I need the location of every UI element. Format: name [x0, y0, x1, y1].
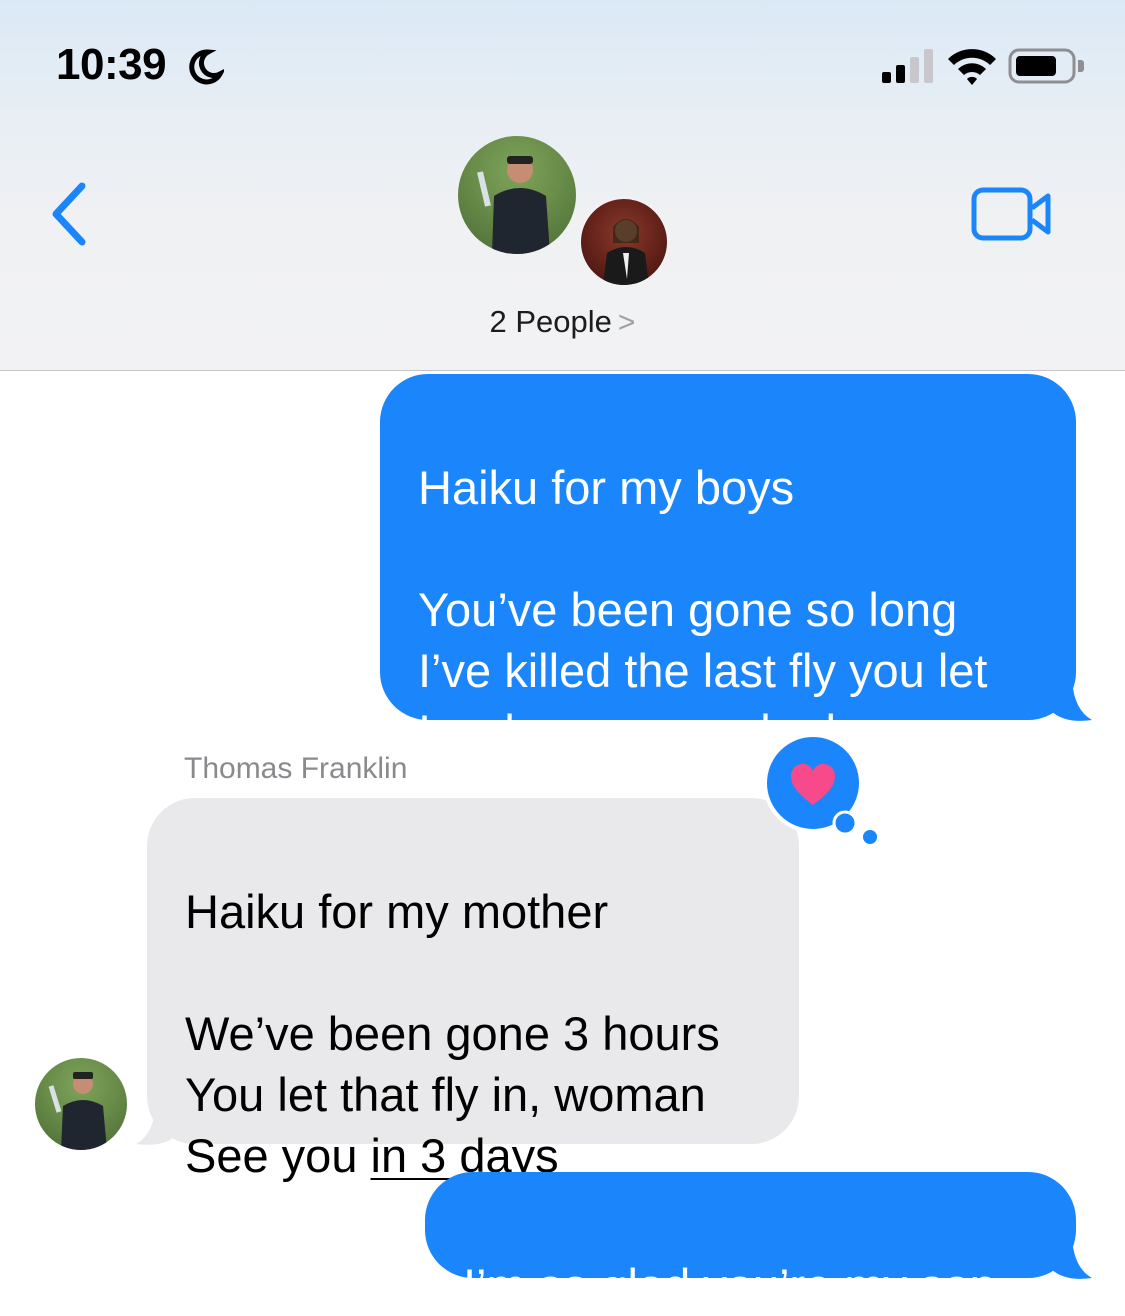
bubble-tail	[1050, 680, 1092, 721]
bubble-tail	[136, 1104, 178, 1145]
chevron-right-icon: >	[617, 306, 636, 339]
status-time: 10:39	[56, 40, 167, 89]
sender-avatar[interactable]	[35, 1058, 127, 1150]
sent-message-bubble[interactable]: Haiku for my boys You’ve been gone so lo…	[380, 374, 1076, 758]
message-text: I’m so glad you’re my son	[463, 1259, 996, 1312]
video-call-button[interactable]	[970, 186, 1054, 242]
sent-message-bubble[interactable]: I’m so glad you’re my son	[425, 1172, 1076, 1312]
battery-icon	[1008, 48, 1084, 84]
group-avatar-primary[interactable]	[458, 136, 576, 254]
back-button[interactable]	[44, 178, 96, 250]
sender-name: Thomas Franklin	[184, 752, 408, 785]
group-label-text: 2 People	[489, 304, 612, 339]
heart-reaction-badge[interactable]	[763, 733, 881, 845]
conversation-header: 10:39 2 People >	[0, 0, 1125, 371]
person-photo-icon	[477, 156, 550, 254]
bubble-tail	[1050, 1238, 1092, 1279]
wifi-icon	[948, 49, 996, 85]
received-message-bubble[interactable]: Haiku for my mother We’ve been gone 3 ho…	[147, 798, 799, 1182]
person-photo-icon	[603, 219, 649, 285]
group-name-button[interactable]: 2 People >	[0, 304, 1125, 340]
message-text: Haiku for my boys You’ve been gone so lo…	[418, 461, 988, 758]
person-photo-icon	[48, 1072, 107, 1150]
group-avatar-secondary[interactable]	[578, 196, 670, 288]
signal-icon	[882, 49, 933, 83]
moon-icon	[189, 49, 224, 85]
